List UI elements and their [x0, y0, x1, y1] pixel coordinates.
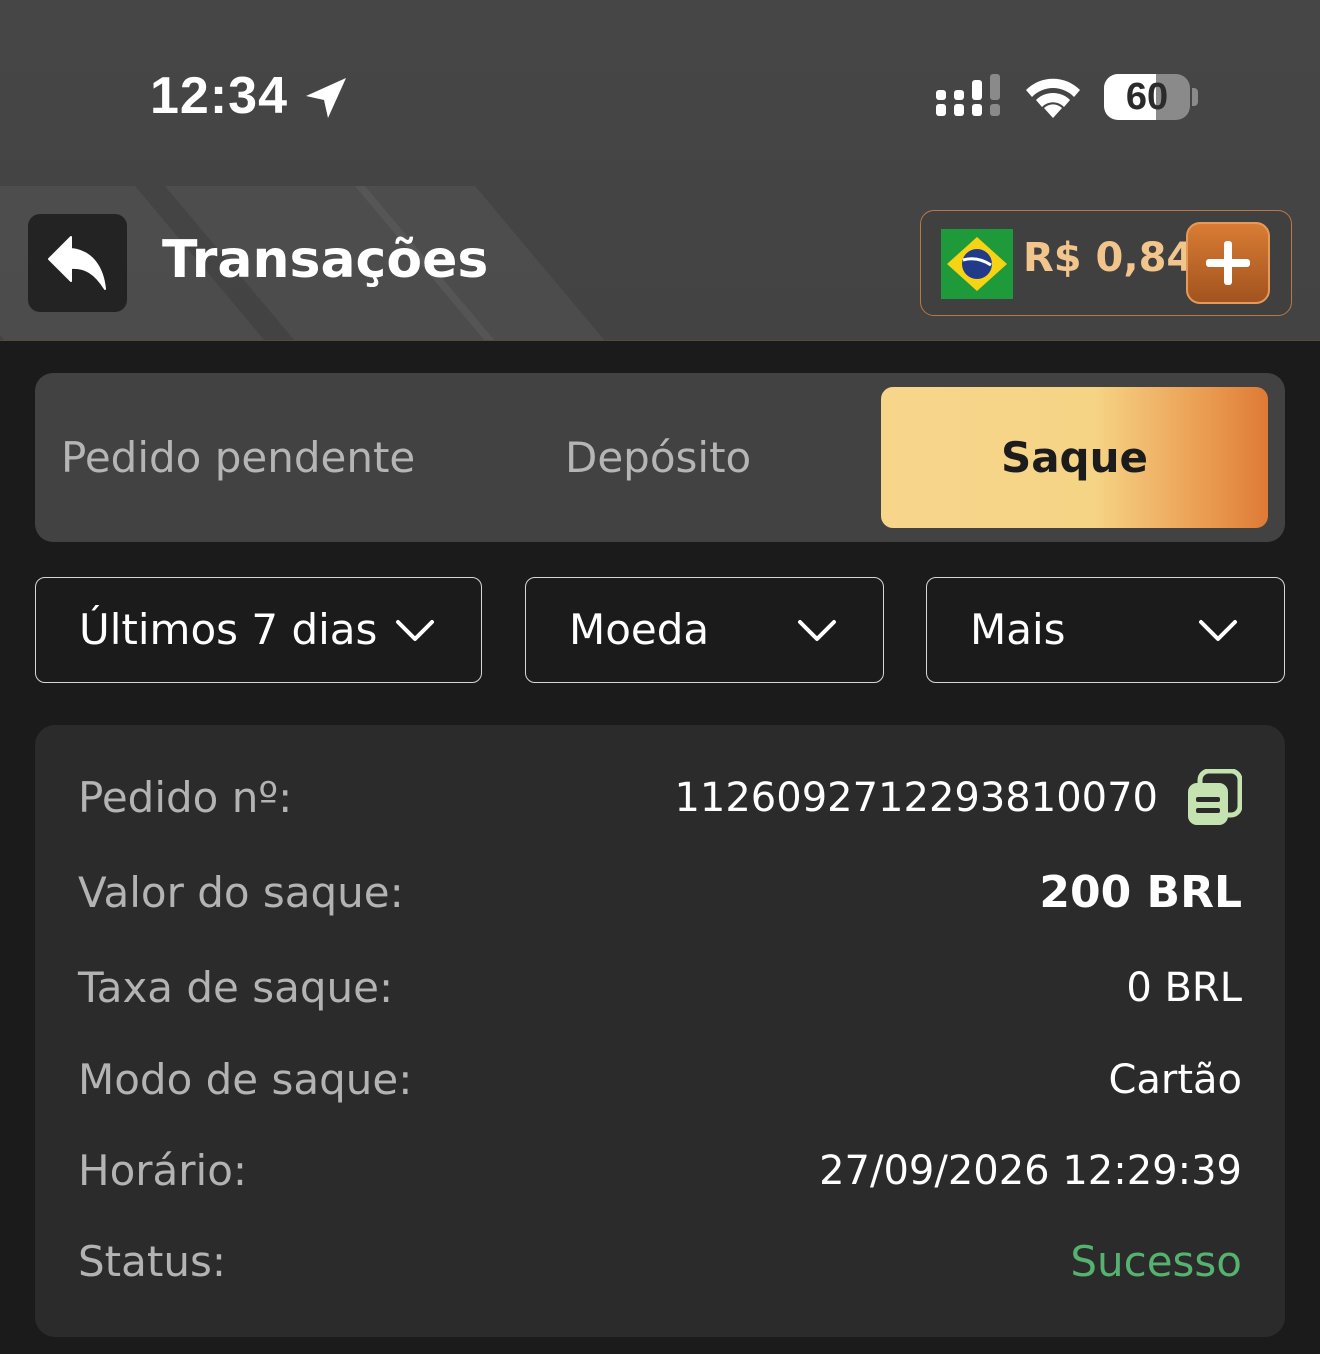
- status-time: 12:34: [150, 67, 288, 125]
- balance-widget: R$ 0,84: [920, 210, 1292, 316]
- page-title: Transações: [162, 230, 489, 290]
- withdraw-mode-row: Modo de saque: Cartão: [35, 1050, 1285, 1110]
- more-filter-label: Mais: [970, 605, 1066, 654]
- period-filter-dropdown[interactable]: Últimos 7 dias: [35, 577, 482, 683]
- location-arrow-icon: [306, 78, 346, 118]
- back-button[interactable]: [28, 214, 127, 312]
- currency-filter-label: Moeda: [569, 605, 710, 654]
- wifi-icon: [1026, 78, 1080, 118]
- tab-deposit[interactable]: Depósito: [565, 387, 751, 528]
- withdraw-amount-label: Valor do saque:: [78, 868, 404, 917]
- tab-pending-orders[interactable]: Pedido pendente: [61, 387, 415, 528]
- withdraw-fee-row: Taxa de saque: 0 BRL: [35, 958, 1285, 1018]
- battery-percentage: 60: [1125, 76, 1169, 118]
- period-filter-label: Últimos 7 dias: [79, 605, 378, 654]
- status-bar: 12:34 60: [0, 0, 1320, 190]
- chevron-down-icon: [798, 620, 836, 641]
- transaction-type-tabs: Pedido pendente Depósito Saque: [35, 373, 1285, 542]
- time-row: Horário: 27/09/2026 12:29:39: [35, 1141, 1285, 1201]
- status-row: Status: Sucesso: [35, 1232, 1285, 1292]
- battery-tip: [1192, 88, 1198, 106]
- withdraw-fee-value: 0 BRL: [1126, 965, 1242, 1011]
- tab-withdraw[interactable]: Saque: [881, 387, 1268, 528]
- order-number-value: 1126092712293810070: [674, 775, 1158, 821]
- copy-icon[interactable]: [1186, 769, 1242, 827]
- time-label: Horário:: [78, 1146, 248, 1195]
- status-badge: Sucesso: [1070, 1237, 1242, 1286]
- balance-amount: R$ 0,84: [1023, 235, 1195, 281]
- order-number-row: Pedido nº: 1126092712293810070: [35, 768, 1285, 828]
- brazil-flag-icon: [941, 229, 1013, 299]
- plus-icon: [1206, 241, 1250, 285]
- withdraw-amount-value: 200 BRL: [1039, 867, 1242, 918]
- status-label: Status:: [78, 1237, 226, 1286]
- withdraw-mode-label: Modo de saque:: [78, 1055, 413, 1104]
- transaction-card: Pedido nº: 1126092712293810070 Valor do …: [35, 725, 1285, 1337]
- cellular-signal-icon: [936, 74, 1000, 116]
- battery-icon: 60: [1104, 74, 1190, 120]
- withdraw-amount-row: Valor do saque: 200 BRL: [35, 863, 1285, 923]
- chevron-down-icon: [396, 620, 434, 641]
- deposit-add-button[interactable]: [1186, 222, 1270, 304]
- time-value: 27/09/2026 12:29:39: [819, 1148, 1242, 1194]
- more-filter-dropdown[interactable]: Mais: [926, 577, 1285, 683]
- reply-arrow-icon: [47, 236, 106, 290]
- chevron-down-icon: [1199, 620, 1237, 641]
- currency-filter-dropdown[interactable]: Moeda: [525, 577, 884, 683]
- order-number-label: Pedido nº:: [78, 773, 293, 822]
- withdraw-mode-value: Cartão: [1108, 1057, 1242, 1103]
- withdraw-fee-label: Taxa de saque:: [78, 963, 394, 1012]
